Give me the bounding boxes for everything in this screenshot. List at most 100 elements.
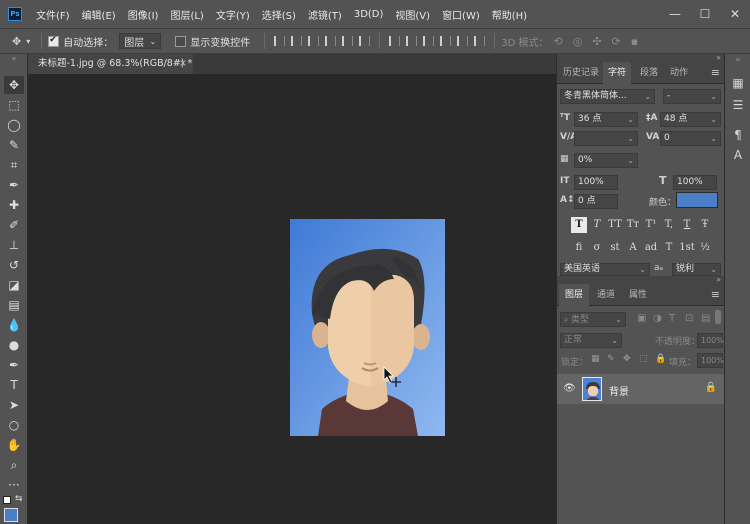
maximize-button[interactable]: ☐ bbox=[690, 7, 720, 21]
menu-type[interactable]: 文字(Y) bbox=[216, 7, 250, 22]
faux-bold-button[interactable]: T bbox=[571, 217, 587, 233]
lock-all-icon[interactable]: 🔒 bbox=[655, 354, 666, 364]
quick-select-tool-icon[interactable]: ✎ bbox=[4, 136, 24, 154]
clone-stamp-tool-icon[interactable]: ⊥ bbox=[4, 236, 24, 254]
filter-shape-icon[interactable]: ⊡ bbox=[685, 313, 693, 324]
swash-button[interactable]: A bbox=[625, 240, 641, 256]
filter-smart-object-icon[interactable]: ▤ bbox=[701, 313, 710, 324]
hand-tool-icon[interactable]: ✋ bbox=[4, 436, 24, 454]
type-tool-icon[interactable]: T bbox=[4, 376, 24, 394]
filter-adjustment-icon[interactable]: ◑ bbox=[653, 313, 662, 324]
tab-layers[interactable]: 图层 bbox=[559, 284, 589, 306]
align-vcenter-icon[interactable] bbox=[291, 36, 303, 46]
contextual-alternates-button[interactable]: σ bbox=[589, 240, 605, 256]
tracking-field[interactable]: 0 ⌄ bbox=[660, 131, 721, 146]
document-canvas[interactable] bbox=[290, 219, 445, 436]
color-panel-icon[interactable]: ▦ bbox=[729, 74, 747, 92]
distribute-hcenter-icon[interactable] bbox=[457, 36, 469, 46]
subscript-button[interactable]: T, bbox=[661, 217, 677, 233]
titling-alternates-button[interactable]: T bbox=[661, 240, 677, 256]
menu-window[interactable]: 窗口(W) bbox=[442, 7, 480, 22]
align-hcenter-icon[interactable] bbox=[342, 36, 354, 46]
tab-paragraph[interactable]: 段落 bbox=[635, 62, 663, 84]
small-caps-button[interactable]: Tт bbox=[625, 217, 641, 233]
horizontal-scale-field[interactable]: 100% bbox=[673, 175, 717, 190]
menu-layer[interactable]: 图层(L) bbox=[170, 7, 203, 22]
vertical-scale-field[interactable]: 100% bbox=[574, 175, 618, 190]
baseline-shift-field[interactable]: 0 点 bbox=[574, 194, 618, 209]
tab-history[interactable]: 历史记录 bbox=[561, 62, 601, 84]
tab-channels[interactable]: 通道 bbox=[591, 284, 621, 306]
gradient-tool-icon[interactable]: ▤ bbox=[4, 296, 24, 314]
move-tool-icon[interactable]: ✥ bbox=[12, 35, 21, 48]
3d-slide-icon[interactable]: ⟳ bbox=[612, 35, 621, 48]
filter-pixel-icon[interactable]: ▣ bbox=[637, 313, 646, 324]
antialias-select[interactable]: 锐利 ⌄ bbox=[672, 263, 721, 276]
underline-button[interactable]: T bbox=[679, 217, 695, 233]
move-tool-icon[interactable]: ✥ bbox=[4, 76, 24, 94]
align-top-icon[interactable] bbox=[274, 36, 286, 46]
tab-actions[interactable]: 动作 bbox=[665, 62, 693, 84]
zoom-tool-icon[interactable]: ⌕ bbox=[4, 456, 24, 474]
align-right-icon[interactable] bbox=[359, 36, 371, 46]
chevron-down-icon[interactable]: ▾ bbox=[26, 37, 30, 46]
more-tools-icon[interactable]: ··· bbox=[4, 476, 24, 494]
lasso-tool-icon[interactable]: ◯ bbox=[4, 116, 24, 134]
tab-character[interactable]: 字符 bbox=[603, 62, 631, 84]
tab-properties[interactable]: 属性 bbox=[623, 284, 653, 306]
text-color-swatch[interactable] bbox=[676, 192, 718, 208]
layer-row[interactable]: 👁 背景 🔒 bbox=[557, 374, 725, 404]
ligatures-button[interactable]: fi bbox=[571, 240, 587, 256]
font-size-field[interactable]: 36 点 ⌄ bbox=[574, 112, 638, 127]
menu-3d[interactable]: 3D(D) bbox=[354, 9, 384, 20]
eye-icon[interactable]: 👁 bbox=[563, 383, 576, 394]
lock-transparent-icon[interactable]: ▦ bbox=[591, 354, 600, 364]
brush-tool-icon[interactable]: ✐ bbox=[4, 216, 24, 234]
canvas-area[interactable] bbox=[28, 74, 556, 524]
auto-select-dropdown[interactable]: 图层 ⌄ bbox=[119, 33, 162, 49]
collapse-chevron-icon[interactable]: » bbox=[4, 55, 24, 63]
3d-scale-icon[interactable]: ▪ bbox=[631, 35, 638, 48]
discretionary-ligatures-button[interactable]: st bbox=[607, 240, 623, 256]
panel-menu-icon[interactable]: ≡ bbox=[711, 62, 720, 84]
minimize-button[interactable]: — bbox=[660, 7, 690, 21]
kerning-field[interactable]: ⌄ bbox=[574, 131, 638, 146]
distribute-vcenter-icon[interactable] bbox=[406, 36, 418, 46]
path-selection-tool-icon[interactable]: ➤ bbox=[4, 396, 24, 414]
menu-filter[interactable]: 滤镜(T) bbox=[308, 7, 342, 22]
history-brush-tool-icon[interactable]: ↺ bbox=[4, 256, 24, 274]
paragraph-styles-icon[interactable]: ¶ bbox=[729, 126, 747, 144]
font-style-select[interactable]: - ⌄ bbox=[663, 89, 721, 104]
close-tab-icon[interactable]: × bbox=[179, 54, 187, 74]
adjustments-panel-icon[interactable]: ☰ bbox=[729, 96, 747, 114]
pen-tool-icon[interactable]: ✒ bbox=[4, 356, 24, 374]
menu-edit[interactable]: 编辑(E) bbox=[82, 7, 116, 22]
proportional-spacing-field[interactable]: 0% ⌄ bbox=[574, 153, 638, 168]
menu-view[interactable]: 视图(V) bbox=[395, 7, 430, 22]
filter-type-icon[interactable]: T bbox=[669, 313, 675, 324]
dodge-tool-icon[interactable]: ● bbox=[4, 336, 24, 354]
collapse-chevron-icon[interactable]: « bbox=[729, 56, 747, 64]
all-caps-button[interactable]: TT bbox=[607, 217, 623, 233]
document-tab[interactable]: 未标题-1.jpg @ 68.3%(RGB/8#) * × bbox=[28, 54, 193, 74]
superscript-button[interactable]: T¹ bbox=[643, 217, 659, 233]
foreground-color-swatch[interactable] bbox=[4, 508, 18, 522]
panel-collapse-icon[interactable]: » bbox=[557, 276, 725, 284]
panel-menu-icon[interactable]: ≡ bbox=[711, 284, 720, 306]
marquee-tool-icon[interactable]: ⬚ bbox=[4, 96, 24, 114]
lock-position-icon[interactable]: ✥ bbox=[623, 354, 631, 364]
strikethrough-button[interactable]: Ŧ bbox=[697, 217, 713, 233]
lock-artboard-icon[interactable]: ⬚ bbox=[639, 354, 648, 364]
distribute-top-icon[interactable] bbox=[389, 36, 401, 46]
blend-mode-select[interactable]: 正常 ⌄ bbox=[560, 333, 622, 348]
filter-toggle[interactable] bbox=[715, 310, 721, 324]
menu-image[interactable]: 图像(I) bbox=[128, 7, 159, 22]
menu-help[interactable]: 帮助(H) bbox=[492, 7, 527, 22]
opacity-field[interactable]: 100% bbox=[697, 333, 724, 348]
distribute-bottom-icon[interactable] bbox=[423, 36, 435, 46]
ordinals-button[interactable]: 1st bbox=[679, 240, 695, 256]
font-family-select[interactable]: 冬青黑体简体... ⌄ bbox=[560, 89, 655, 104]
3d-rotate-icon[interactable]: ⟲ bbox=[553, 35, 562, 48]
panel-collapse-icon[interactable]: » bbox=[557, 54, 725, 62]
3d-roll-icon[interactable]: ◎ bbox=[573, 35, 583, 48]
